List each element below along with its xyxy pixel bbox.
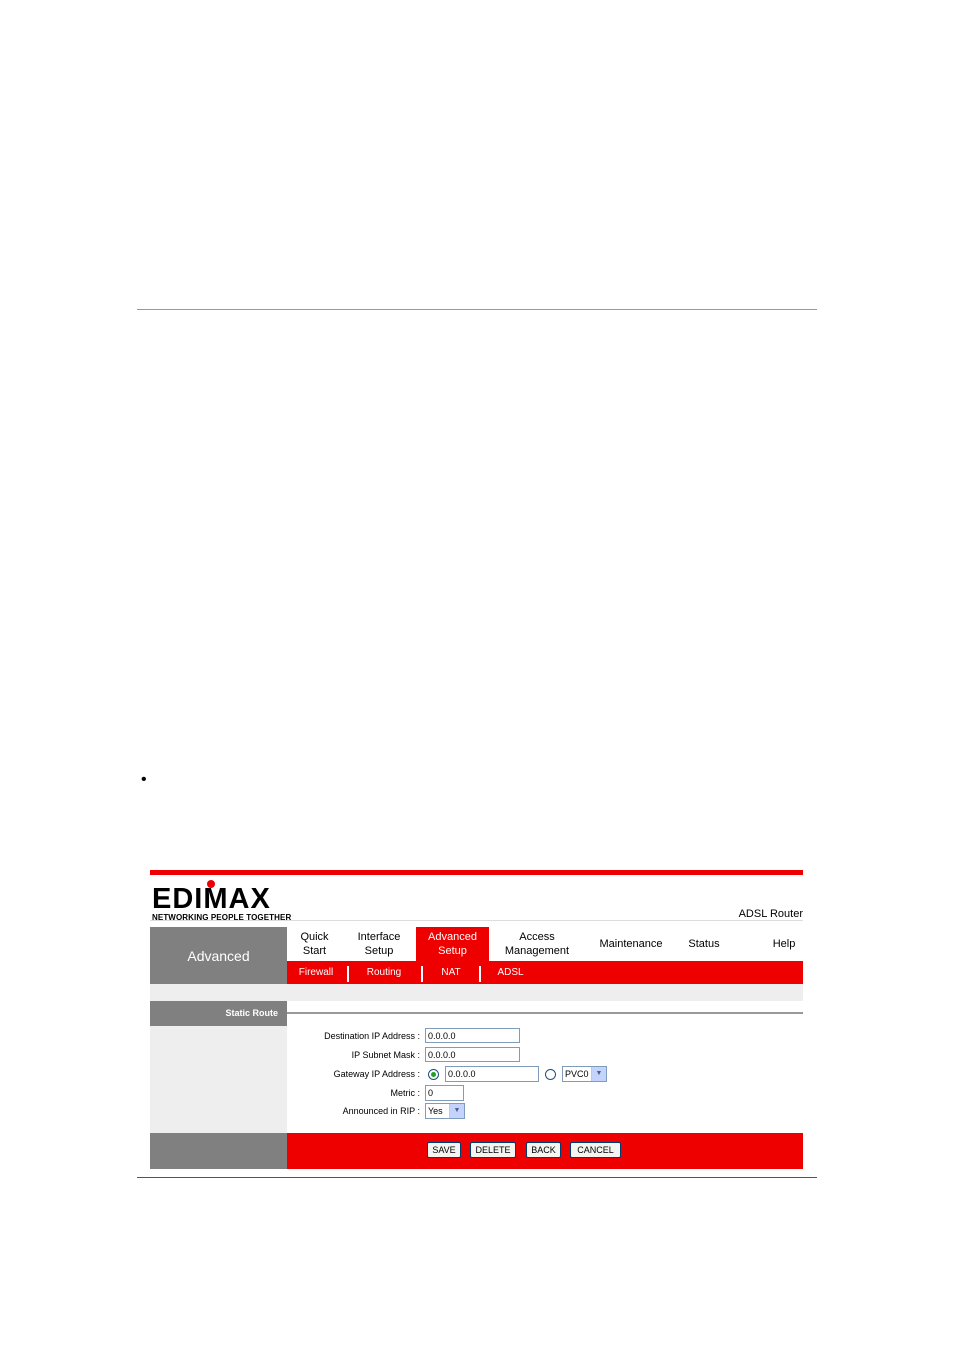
nav-quick-start[interactable]: Quick Start xyxy=(287,927,342,961)
rip-select[interactable]: Yes ▼ xyxy=(425,1103,465,1119)
subnav-firewall[interactable]: Firewall xyxy=(287,961,345,984)
subnav-separator xyxy=(347,966,349,982)
nav-maintenance[interactable]: Maintenance xyxy=(590,927,672,961)
chevron-down-icon[interactable]: ▼ xyxy=(449,1104,464,1118)
sub-nav: Firewall Routing NAT ADSL xyxy=(287,961,803,984)
dest-ip-label: Destination IP Address : xyxy=(324,1031,420,1041)
gateway-pvc-select[interactable]: PVC0 ▼ xyxy=(562,1066,607,1082)
nav-interface-setup[interactable]: Interface Setup xyxy=(344,927,414,961)
panel-title: Static Route xyxy=(150,1001,287,1026)
nav-advanced-setup[interactable]: Advanced Setup xyxy=(416,927,489,961)
gateway-pvc-value: PVC0 xyxy=(565,1069,589,1079)
dest-ip-input[interactable]: 0.0.0.0 xyxy=(425,1028,520,1043)
left-panel xyxy=(150,1026,287,1133)
spacer-band xyxy=(150,984,803,1001)
gateway-ip-radio[interactable] xyxy=(428,1069,439,1080)
subnet-mask-label: IP Subnet Mask : xyxy=(351,1050,420,1060)
radio-selected-dot xyxy=(431,1072,436,1077)
nav-access-management[interactable]: Access Management xyxy=(494,927,580,961)
logo-wordmark: EDIMAX xyxy=(152,883,271,915)
chevron-down-icon[interactable]: ▼ xyxy=(591,1067,606,1081)
rip-value: Yes xyxy=(428,1106,443,1116)
nav-status[interactable]: Status xyxy=(680,927,728,961)
gateway-pvc-radio[interactable] xyxy=(545,1069,556,1080)
metric-input[interactable]: 0 xyxy=(425,1085,464,1101)
router-screenshot: EDIMAX NETWORKING PEOPLE TOGETHER ADSL R… xyxy=(150,870,803,1170)
page-footer-rule xyxy=(137,1177,817,1178)
gateway-ip-input[interactable]: 0.0.0.0 xyxy=(445,1066,539,1082)
subnav-routing[interactable]: Routing xyxy=(351,961,417,984)
back-button[interactable]: BACK xyxy=(526,1142,561,1158)
save-button[interactable]: SAVE xyxy=(427,1142,461,1158)
top-accent-bar xyxy=(150,870,803,875)
subnet-mask-input[interactable]: 0.0.0.0 xyxy=(425,1047,520,1062)
footer-left-panel xyxy=(150,1133,287,1169)
nav-help[interactable]: Help xyxy=(753,927,815,961)
subnav-separator xyxy=(479,966,481,982)
edimax-logo: EDIMAX NETWORKING PEOPLE TOGETHER xyxy=(152,880,297,922)
rip-label: Announced in RIP : xyxy=(342,1106,420,1116)
page-header-rule xyxy=(137,309,817,310)
delete-button[interactable]: DELETE xyxy=(470,1142,516,1158)
bullet-point: • xyxy=(141,771,147,788)
section-title: Advanced xyxy=(150,927,287,984)
subnav-adsl[interactable]: ADSL xyxy=(483,961,538,984)
subnav-nat[interactable]: NAT xyxy=(425,961,477,984)
panel-rule xyxy=(287,1012,803,1014)
metric-label: Metric : xyxy=(390,1088,420,1098)
header-divider xyxy=(150,920,803,921)
model-name: ADSL Router xyxy=(738,908,803,920)
main-nav: Quick Start Interface Setup Advanced Setup … xyxy=(287,927,803,961)
cancel-button[interactable]: CANCEL xyxy=(570,1142,621,1158)
logo-dot-icon xyxy=(207,880,215,888)
subnav-separator xyxy=(421,966,423,982)
gateway-ip-label: Gateway IP Address : xyxy=(333,1069,420,1079)
